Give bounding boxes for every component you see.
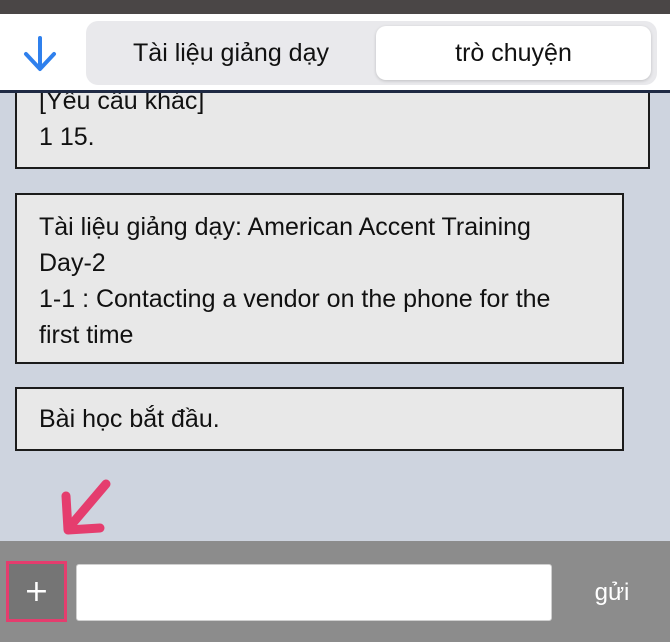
tab-teaching-materials[interactable]: Tài liệu giảng dạy [92, 26, 370, 80]
message-bubble: [Yêu cầu khác] 1 15. [15, 93, 650, 169]
message-line: Tài liệu giảng dạy: American Accent Trai… [39, 213, 531, 241]
plus-icon: + [23, 573, 50, 609]
top-strip [0, 0, 670, 14]
tab-chat[interactable]: trò chuyện [376, 26, 651, 80]
message-line: first time [39, 321, 134, 349]
header: Tài liệu giảng dạy trò chuyện [0, 14, 670, 93]
composer-bar: + gửi [0, 541, 670, 642]
message-bubble: Bài học bắt đầu. [15, 387, 624, 451]
message-line: [Yêu cầu khác] [39, 93, 205, 115]
message-line: 1 15. [39, 123, 95, 151]
message-line: Day-2 [39, 249, 106, 277]
segmented-control: Tài liệu giảng dạy trò chuyện [86, 21, 657, 85]
message-bubble: Tài liệu giảng dạy: American Accent Trai… [15, 193, 624, 364]
pointer-arrow-icon [61, 479, 111, 535]
message-line: Bài học bắt đầu. [39, 405, 220, 433]
send-button[interactable]: gửi [572, 573, 652, 613]
add-attachment-button[interactable]: + [6, 561, 67, 622]
arrow-down-icon[interactable] [18, 32, 62, 76]
message-line: 1-1 : Contacting a vendor on the phone f… [39, 285, 551, 313]
message-input[interactable] [76, 564, 552, 621]
